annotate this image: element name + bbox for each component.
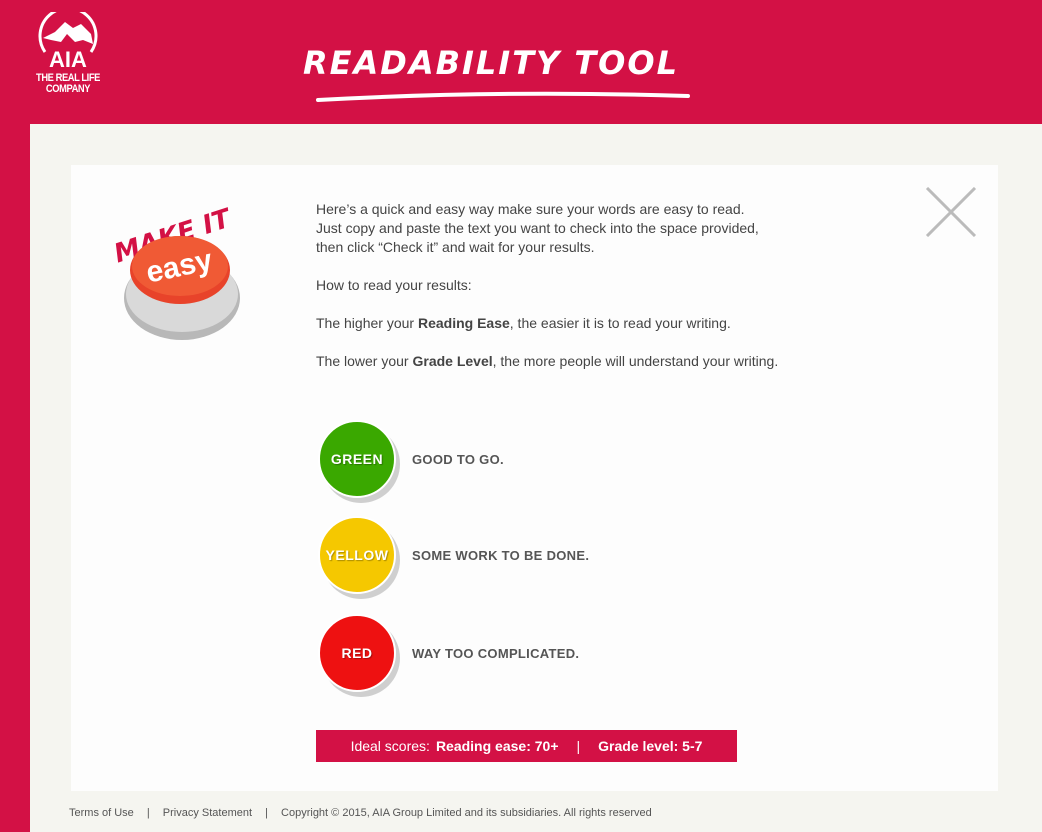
page-title: READABILITY TOOL xyxy=(303,44,679,82)
aia-logo[interactable]: AIA THE REAL LIFE COMPANY xyxy=(30,6,106,95)
close-icon[interactable] xyxy=(925,187,977,237)
intro-line: Here’s a quick and easy way make sure yo… xyxy=(316,201,745,217)
privacy-link[interactable]: Privacy Statement xyxy=(163,807,252,819)
green-badge: GREEN xyxy=(318,420,396,498)
legend-red: RED WAY TOO COMPLICATED. xyxy=(318,614,579,692)
aia-mountain-logo-icon: AIA xyxy=(38,6,98,72)
footer: Terms of Use | Privacy Statement | Copyr… xyxy=(69,807,652,819)
legend-text: GOOD TO GO. xyxy=(412,451,504,467)
svg-text:AIA: AIA xyxy=(49,47,87,68)
legend-text: SOME WORK TO BE DONE. xyxy=(412,547,590,563)
tagline-line-2: COMPANY xyxy=(45,83,91,95)
intro-text: Here’s a quick and easy way make sure yo… xyxy=(316,200,796,390)
make-it-easy-button-image: MAKE IT easy xyxy=(110,203,240,340)
legend-yellow: YELLOW SOME WORK TO BE DONE. xyxy=(318,516,589,594)
grade-level-hint: The lower your Grade Level, the more peo… xyxy=(316,353,779,369)
left-brand-bar xyxy=(0,0,30,832)
how-to-read: How to read your results: xyxy=(316,277,472,293)
terms-link[interactable]: Terms of Use xyxy=(69,807,134,819)
intro-line: Just copy and paste the text you want to… xyxy=(316,220,759,236)
reading-ease-hint: The higher your Reading Ease, the easier… xyxy=(316,315,731,331)
yellow-badge: YELLOW xyxy=(318,516,396,594)
title-underline xyxy=(316,91,690,102)
ideal-scores-banner: Ideal scores: Reading ease: 70+ | Grade … xyxy=(316,730,737,762)
intro-line: then click “Check it” and wait for your … xyxy=(316,239,595,255)
legend-text: WAY TOO COMPLICATED. xyxy=(412,645,580,661)
red-badge: RED xyxy=(318,614,396,692)
legend-green: GREEN GOOD TO GO. xyxy=(318,420,504,498)
copyright: Copyright © 2015, AIA Group Limited and … xyxy=(281,807,652,819)
